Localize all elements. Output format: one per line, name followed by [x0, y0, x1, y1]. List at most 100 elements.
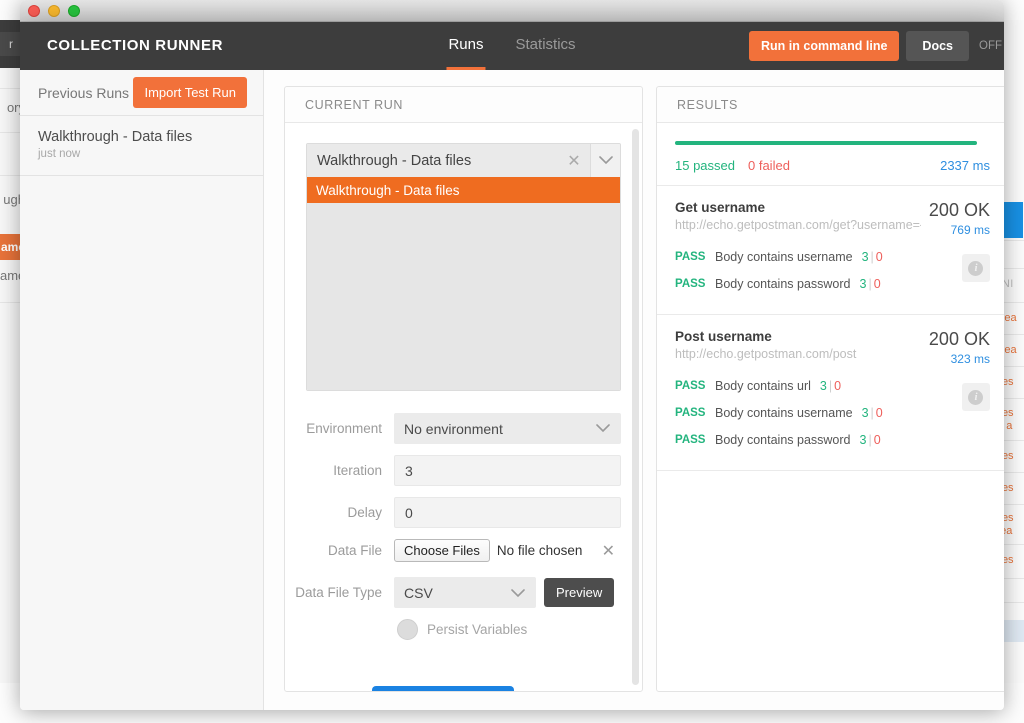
table-row: PASS Body contains password 3 | 0: [675, 433, 990, 447]
clear-collection-icon[interactable]: ✕: [558, 144, 590, 177]
test-result-badge: PASS: [675, 434, 706, 446]
test-fail-count: 0: [834, 379, 842, 393]
results-summary-line: 15 passed 0 failed 2337 ms: [675, 158, 990, 173]
test-results-list: PASS Body contains url 3 | 0 PASS Body c…: [675, 379, 990, 447]
iteration-input[interactable]: [394, 455, 621, 486]
response-time: 769 ms: [950, 223, 990, 237]
request-name: Get username: [675, 200, 766, 215]
sidebar-header: Previous Runs Import Test Run: [20, 70, 263, 116]
test-fail-count: 0: [873, 277, 881, 291]
delay-label: Delay: [347, 505, 382, 520]
request-url: http://echo.getpostman.com/post: [675, 347, 857, 361]
zoom-window-icon[interactable]: [68, 4, 80, 17]
runner-body: Previous Runs Import Test Run Walkthroug…: [20, 70, 1004, 710]
scrollbar-thumb[interactable]: [632, 129, 639, 685]
environment-row: Environment No environment: [285, 413, 621, 444]
current-run-scroll-area: Walkthrough - Data files ✕ Walkthrough -…: [285, 123, 642, 691]
failed-count: 0 failed: [748, 158, 790, 173]
test-pass-count: 3: [861, 250, 869, 264]
total-duration: 2337 ms: [940, 158, 990, 173]
divider: |: [870, 250, 874, 264]
choose-files-button[interactable]: Choose Files: [394, 539, 490, 562]
persist-variables-label: Persist Variables: [427, 622, 528, 637]
current-run-panel: CURRENT RUN Walkthrough - Data files ✕ W…: [284, 86, 643, 692]
request-info-button[interactable]: i: [961, 254, 990, 282]
runner-main: CURRENT RUN Walkthrough - Data files ✕ W…: [264, 70, 1004, 710]
previous-runs-sidebar: Previous Runs Import Test Run Walkthroug…: [20, 70, 264, 710]
docs-button[interactable]: Docs: [906, 31, 969, 61]
results-summary: 15 passed 0 failed 2337 ms: [657, 123, 1004, 186]
persist-variables-toggle[interactable]: [397, 619, 418, 640]
request-info-button[interactable]: i: [961, 383, 990, 411]
table-row: PASS Body contains url 3 | 0: [675, 379, 990, 393]
iteration-label: Iteration: [333, 463, 382, 478]
divider: |: [828, 379, 833, 393]
list-item[interactable]: Walkthrough - Data files just now: [20, 116, 263, 176]
clear-data-file-icon[interactable]: ✕: [602, 541, 615, 561]
collection-options-list: Walkthrough - Data files: [307, 177, 620, 390]
results-progress-bar: [675, 141, 978, 145]
current-run-scrollbar[interactable]: [632, 129, 639, 685]
test-result-badge: PASS: [675, 251, 706, 263]
data-file-type-label: Data File Type: [295, 585, 382, 600]
minimize-window-icon[interactable]: [48, 4, 60, 17]
page-title: COLLECTION RUNNER: [47, 37, 224, 54]
test-name: Body contains url: [715, 379, 811, 393]
preview-button[interactable]: Preview: [544, 578, 615, 607]
results-title: RESULTS: [657, 87, 1004, 123]
delay-row: Delay: [285, 497, 621, 528]
tab-runs[interactable]: Runs: [446, 22, 486, 70]
table-row: PASS Body contains password 3 | 0: [675, 277, 990, 291]
test-result-badge: PASS: [675, 407, 706, 419]
test-fail-count: 0: [875, 406, 883, 420]
app-window: COLLECTION RUNNER Runs Statistics Run in…: [20, 0, 1004, 710]
collection-selected-value[interactable]: Walkthrough - Data files: [307, 144, 558, 177]
data-file-label: Data File: [327, 543, 382, 558]
collection-selector: Walkthrough - Data files ✕ Walkthrough -…: [306, 143, 621, 391]
window-titlebar: [20, 0, 1004, 22]
divider: |: [868, 433, 872, 447]
delay-input[interactable]: [394, 497, 621, 528]
iteration-row: Iteration: [285, 455, 621, 486]
import-test-run-button[interactable]: Import Test Run: [133, 77, 247, 108]
test-result-badge: PASS: [675, 380, 706, 392]
test-fail-count: 0: [873, 433, 881, 447]
environment-label: Environment: [306, 421, 382, 436]
run-in-command-line-button[interactable]: Run in command line: [749, 31, 900, 61]
result-header: Get username http://echo.getpostman.com/…: [675, 200, 990, 237]
header-actions: Run in command line Docs: [749, 22, 969, 70]
collection-runner-modal: COLLECTION RUNNER Runs Statistics Run in…: [20, 22, 1004, 710]
results-panel: RESULTS 15 passed 0 failed 2337 ms Get u…: [656, 86, 1004, 692]
chosen-file-name: No file chosen: [496, 543, 583, 558]
environment-select[interactable]: No environment: [394, 413, 621, 444]
persist-variables-row: Persist Variables: [285, 619, 621, 640]
result-request-block: Get username http://echo.getpostman.com/…: [657, 186, 1004, 315]
test-name: Body contains password: [715, 433, 851, 447]
tab-statistics[interactable]: Statistics: [514, 22, 578, 70]
collection-input-row: Walkthrough - Data files ✕: [307, 144, 620, 177]
divider: |: [870, 406, 874, 420]
test-pass-count: 3: [859, 433, 867, 447]
sidebar-heading: Previous Runs: [38, 84, 130, 101]
response-status: 200 OK: [928, 200, 990, 220]
previous-run-name: Walkthrough - Data files: [38, 129, 193, 145]
close-window-icon[interactable]: [28, 4, 40, 17]
table-row: PASS Body contains username 3 | 0: [675, 406, 990, 420]
response-time: 323 ms: [950, 352, 990, 366]
off-label: OFF: [979, 40, 1002, 52]
environment-value: No environment: [404, 420, 503, 437]
request-url: http://echo.getpostman.com/get?username=…: [675, 218, 921, 232]
test-name: Body contains password: [715, 277, 851, 291]
chevron-down-icon[interactable]: [590, 144, 620, 177]
start-test-button[interactable]: Start Test: [371, 686, 515, 691]
data-file-type-select[interactable]: CSV: [394, 577, 536, 608]
test-pass-count: 3: [819, 379, 827, 393]
collection-option[interactable]: Walkthrough - Data files: [307, 177, 620, 203]
test-pass-count: 3: [861, 406, 869, 420]
table-row: PASS Body contains username 3 | 0: [675, 250, 990, 264]
data-file-type-value: CSV: [404, 584, 433, 601]
runner-header: COLLECTION RUNNER Runs Statistics Run in…: [20, 22, 1004, 70]
test-pass-count: 3: [859, 277, 867, 291]
test-name: Body contains username: [715, 406, 853, 420]
info-icon: i: [968, 260, 984, 276]
